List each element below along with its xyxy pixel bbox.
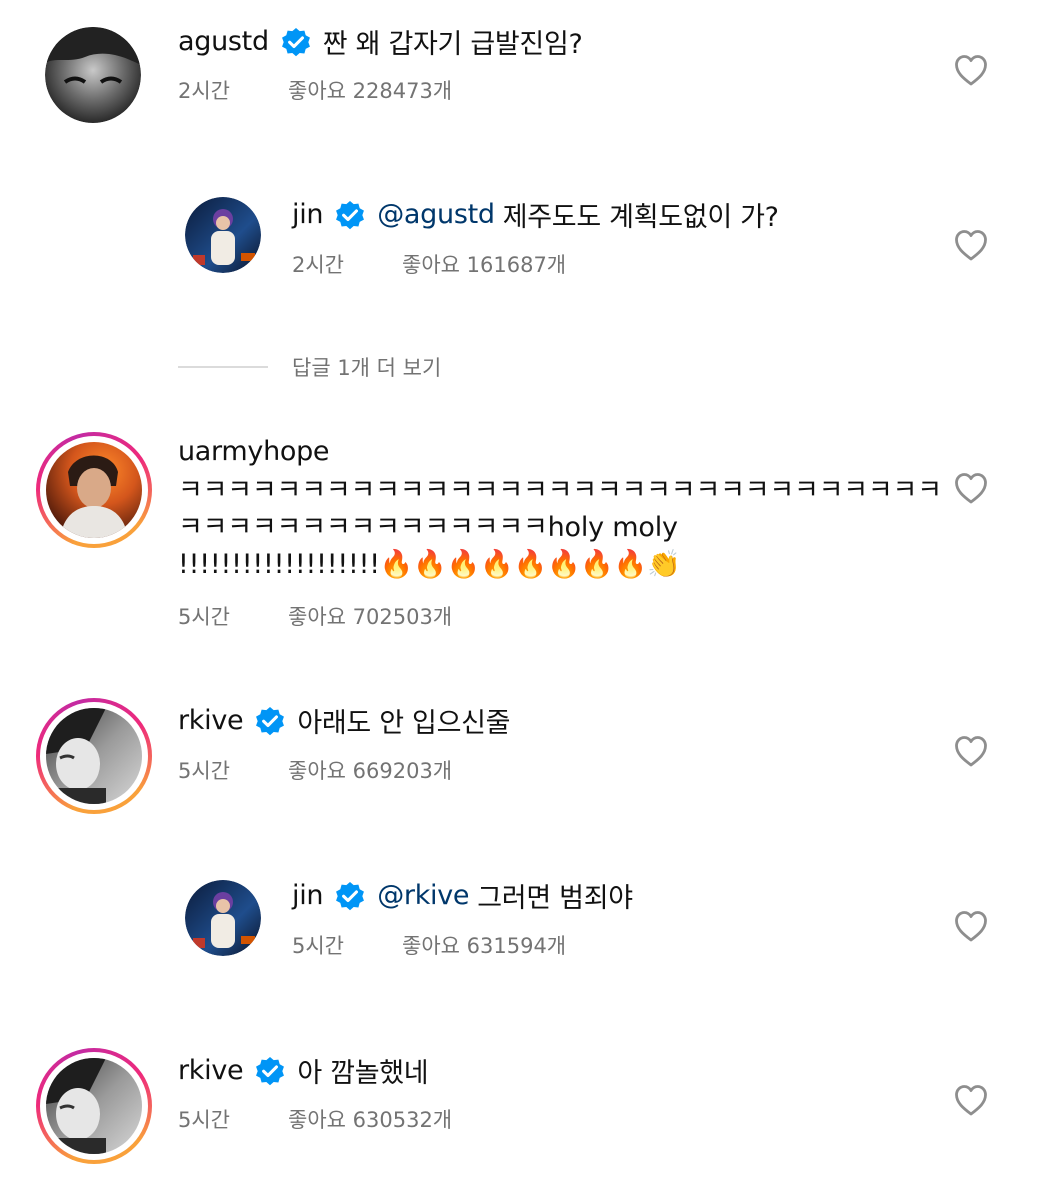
username[interactable]: agustd: [178, 26, 269, 57]
heart-outline-icon[interactable]: [953, 228, 989, 262]
like-count[interactable]: 좋아요 669203개: [288, 755, 452, 785]
username[interactable]: jin: [292, 880, 324, 911]
comment-time[interactable]: 5시간: [178, 755, 288, 785]
heart-outline-icon[interactable]: [953, 1083, 989, 1117]
username[interactable]: rkive: [178, 1055, 244, 1086]
comment-time[interactable]: 2시간: [292, 249, 402, 279]
verified-badge-icon: [253, 1054, 287, 1088]
comment-time[interactable]: 5시간: [178, 601, 288, 631]
comment-text-line: ㅋㅋㅋㅋㅋㅋㅋㅋㅋㅋㅋㅋㅋㅋㅋholy moly: [178, 512, 678, 543]
comment-text-line: !!!!!!!!!!!!!!!!!!!🔥🔥🔥🔥🔥🔥🔥🔥👏: [178, 549, 681, 580]
heart-outline-icon[interactable]: [953, 909, 989, 943]
avatar[interactable]: [185, 197, 261, 273]
heart-outline-icon[interactable]: [953, 471, 989, 505]
verified-badge-icon: [279, 25, 313, 59]
avatar[interactable]: [185, 880, 261, 956]
verified-badge-icon: [333, 198, 367, 232]
like-count[interactable]: 좋아요 228473개: [288, 75, 452, 105]
comment-text: 제주도도 계획도없이 가?: [502, 202, 779, 233]
verified-badge-icon: [253, 704, 287, 738]
comment-time[interactable]: 2시간: [178, 75, 288, 105]
mention-link[interactable]: @rkive: [377, 880, 469, 911]
comment-time[interactable]: 5시간: [178, 1104, 288, 1134]
comment-text-line: ㅋㅋㅋㅋㅋㅋㅋㅋㅋㅋㅋㅋㅋㅋㅋㅋㅋㅋㅋㅋㅋㅋㅋㅋㅋㅋㅋㅋㅋㅋㅋ: [178, 475, 942, 506]
comment-text: ㅋㅋㅋㅋㅋㅋㅋㅋㅋㅋㅋㅋㅋㅋㅋㅋㅋㅋㅋㅋㅋㅋㅋㅋㅋㅋㅋㅋㅋㅋㅋ ㅋㅋㅋㅋㅋㅋㅋㅋ…: [178, 472, 942, 583]
comment-text: 아 깜놀했네: [297, 1058, 429, 1089]
story-ring-avatar[interactable]: [36, 1048, 152, 1164]
username[interactable]: rkive: [178, 705, 244, 736]
mention-link[interactable]: @agustd: [377, 199, 495, 230]
like-count[interactable]: 좋아요 161687개: [402, 249, 566, 279]
heart-outline-icon[interactable]: [953, 53, 989, 87]
verified-badge-icon: [333, 879, 367, 913]
heart-outline-icon[interactable]: [953, 734, 989, 768]
comment-text: 아래도 안 입으신줄: [297, 708, 511, 739]
view-more-replies-label[interactable]: 답글 1개 더 보기: [292, 352, 441, 382]
comment-text: 짠 왜 갑자기 급발진임?: [322, 29, 583, 60]
view-more-replies-button[interactable]: 답글 1개 더 보기: [178, 352, 441, 382]
comment-time[interactable]: 5시간: [292, 930, 402, 960]
like-count[interactable]: 좋아요 702503개: [288, 601, 452, 631]
like-count[interactable]: 좋아요 630532개: [288, 1104, 452, 1134]
username[interactable]: uarmyhope: [178, 436, 330, 467]
like-count[interactable]: 좋아요 631594개: [402, 930, 566, 960]
story-ring-avatar[interactable]: [36, 698, 152, 814]
avatar[interactable]: [45, 27, 141, 123]
divider: [178, 366, 268, 368]
story-ring-avatar[interactable]: [36, 432, 152, 548]
username[interactable]: jin: [292, 199, 324, 230]
comment-text: 그러면 범죄야: [477, 883, 633, 914]
